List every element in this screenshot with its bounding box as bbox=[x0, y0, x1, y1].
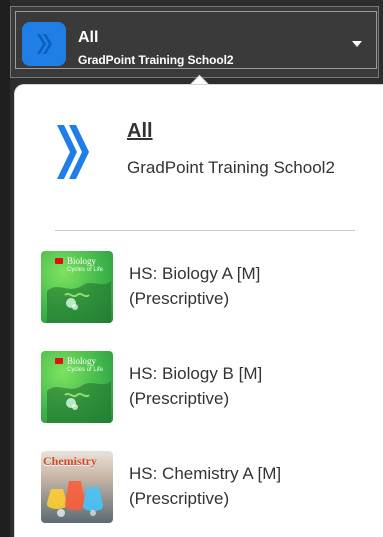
course-thumbnail: Chemistry bbox=[41, 451, 113, 523]
org-title: All bbox=[127, 120, 153, 142]
selector-title: All bbox=[78, 29, 99, 46]
course-label: HS: Biology B [M] (Prescriptive) bbox=[129, 364, 263, 408]
chevrons-right-icon-svg bbox=[57, 125, 89, 179]
chevrons-right-icon bbox=[55, 117, 93, 187]
left-edge bbox=[0, 0, 10, 537]
course-item-biology-b[interactable]: Biology Cycles of Life HS: Biology B [M]… bbox=[41, 351, 361, 425]
chevrons-right-icon-svg bbox=[37, 34, 52, 54]
menu-divider bbox=[55, 230, 355, 231]
course-item-chemistry-a[interactable]: Chemistry HS: Chemistry A [M] (Prescript… bbox=[41, 451, 361, 525]
org-subtitle: GradPoint Training School2 bbox=[127, 158, 335, 177]
caret-down-icon bbox=[352, 41, 362, 47]
course-thumbnail: Biology Cycles of Life bbox=[41, 251, 113, 323]
course-item-biology-a[interactable]: Biology Cycles of Life HS: Biology A [M]… bbox=[41, 251, 361, 325]
organization-selector-button[interactable]: All GradPoint Training School2 bbox=[15, 11, 377, 69]
chevrons-right-icon bbox=[22, 22, 66, 66]
selector-subtitle: GradPoint Training School2 bbox=[78, 53, 234, 67]
thumbnail-subtitle: Cycles of Life bbox=[67, 367, 104, 373]
thumbnail-subtitle: Cycles of Life bbox=[67, 267, 104, 273]
publisher-badge bbox=[55, 358, 63, 364]
thumbnail-title: Biology bbox=[67, 256, 97, 266]
thumbnail-title: Biology bbox=[67, 356, 97, 366]
top-bar: All GradPoint Training School2 bbox=[10, 6, 379, 78]
app-root: All GradPoint Training School2 All GradP… bbox=[0, 0, 383, 537]
course-label: HS: Biology A [M] (Prescriptive) bbox=[129, 264, 261, 308]
publisher-badge bbox=[55, 258, 63, 264]
course-label: HS: Chemistry A [M] (Prescriptive) bbox=[129, 464, 282, 508]
menu-item-all[interactable]: All GradPoint Training School2 bbox=[39, 105, 359, 235]
dropdown-menu: All GradPoint Training School2 Biology C… bbox=[14, 84, 383, 537]
course-thumbnail: Biology Cycles of Life bbox=[41, 351, 113, 423]
thumbnail-title: Chemistry bbox=[43, 454, 97, 468]
